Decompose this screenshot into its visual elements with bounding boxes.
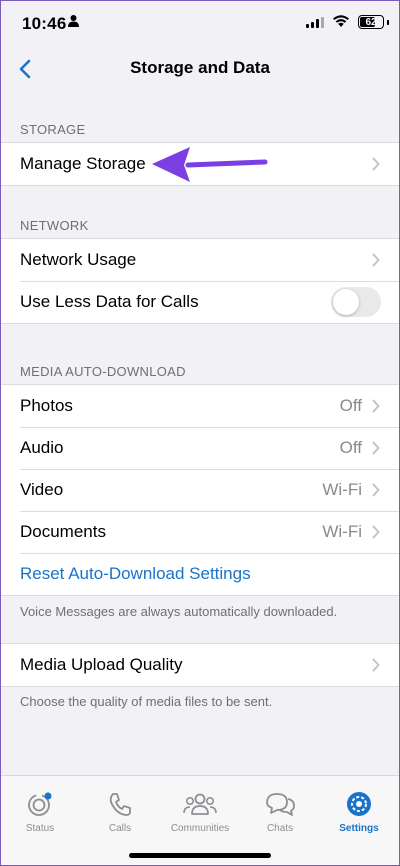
annotation-arrow-icon xyxy=(152,147,268,182)
row-value: Wi-Fi xyxy=(322,480,362,499)
use-less-data-row: Use Less Data for Calls xyxy=(0,281,400,323)
chevron-right-icon xyxy=(372,441,380,455)
wifi-icon xyxy=(333,15,349,27)
tab-calls[interactable]: Calls xyxy=(84,790,156,834)
gear-icon xyxy=(347,792,371,816)
chevron-right-icon xyxy=(372,399,380,413)
reset-auto-download-button[interactable]: Reset Auto-Download Settings xyxy=(20,564,251,584)
tab-label: Settings xyxy=(339,823,379,834)
chats-icon xyxy=(266,793,295,816)
communities-icon xyxy=(183,793,217,815)
tab-bar: Status Calls Communities Chats Settings xyxy=(0,775,400,866)
person-icon xyxy=(68,15,79,27)
section-header-network: NETWORK xyxy=(20,218,89,233)
documents-row[interactable]: Documents Wi-Fi xyxy=(0,511,400,553)
navigation-bar: Storage and Data xyxy=(0,46,400,92)
row-label: Video xyxy=(20,480,64,499)
tab-label: Calls xyxy=(108,823,132,834)
status-icon xyxy=(28,792,52,816)
network-usage-row[interactable]: Network Usage xyxy=(0,239,400,281)
status-time: 10:46 xyxy=(22,14,67,33)
video-row[interactable]: Video Wi-Fi xyxy=(0,469,400,511)
tab-status[interactable]: Status xyxy=(4,790,76,834)
home-indicator xyxy=(129,853,271,858)
row-label: Use Less Data for Calls xyxy=(20,292,199,311)
cellular-signal-icon xyxy=(306,17,324,28)
audio-row[interactable]: Audio Off xyxy=(0,427,400,469)
upload-quality-footnote: Choose the quality of media files to be … xyxy=(20,694,273,709)
row-value: Off xyxy=(339,438,362,457)
row-label: Photos xyxy=(20,396,73,415)
row-label: Manage Storage xyxy=(20,154,146,173)
tab-label: Chats xyxy=(266,823,294,834)
section-header-storage: STORAGE xyxy=(20,122,86,137)
chevron-right-icon xyxy=(372,658,380,672)
row-value: Wi-Fi xyxy=(322,522,362,541)
row-label: Audio xyxy=(20,438,64,457)
section-header-media-auto-download: MEDIA AUTO-DOWNLOAD xyxy=(20,364,186,379)
battery-level: 62 xyxy=(365,16,377,28)
media-upload-quality-row[interactable]: Media Upload Quality xyxy=(0,644,400,686)
page-title: Storage and Data xyxy=(130,58,270,77)
use-less-data-toggle[interactable] xyxy=(331,287,381,317)
row-value: Off xyxy=(339,396,362,415)
status-bar: 10:46 62 xyxy=(0,0,400,46)
row-label: Network Usage xyxy=(20,250,137,269)
network-group: Network Usage Use Less Data for Calls xyxy=(0,238,400,324)
chevron-right-icon xyxy=(372,157,380,171)
reset-auto-download-row[interactable]: Reset Auto-Download Settings xyxy=(0,553,400,595)
row-label: Media Upload Quality xyxy=(20,655,183,674)
tab-chats[interactable]: Chats xyxy=(244,790,316,834)
row-label: Documents xyxy=(20,522,106,541)
upload-group: Media Upload Quality xyxy=(0,643,400,687)
chevron-right-icon xyxy=(372,253,380,267)
battery-icon: 62 xyxy=(358,15,384,29)
tab-label: Communities xyxy=(170,823,230,834)
chevron-right-icon xyxy=(372,483,380,497)
chevron-right-icon xyxy=(372,525,380,539)
media-auto-download-group: Photos Off Audio Off Video Wi-Fi Documen… xyxy=(0,384,400,596)
voice-messages-footnote: Voice Messages are always automatically … xyxy=(20,604,338,619)
tab-settings[interactable]: Settings xyxy=(323,790,395,834)
tab-communities[interactable]: Communities xyxy=(164,790,236,834)
photos-row[interactable]: Photos Off xyxy=(0,385,400,427)
phone-icon xyxy=(109,793,131,816)
tab-label: Status xyxy=(25,823,55,834)
